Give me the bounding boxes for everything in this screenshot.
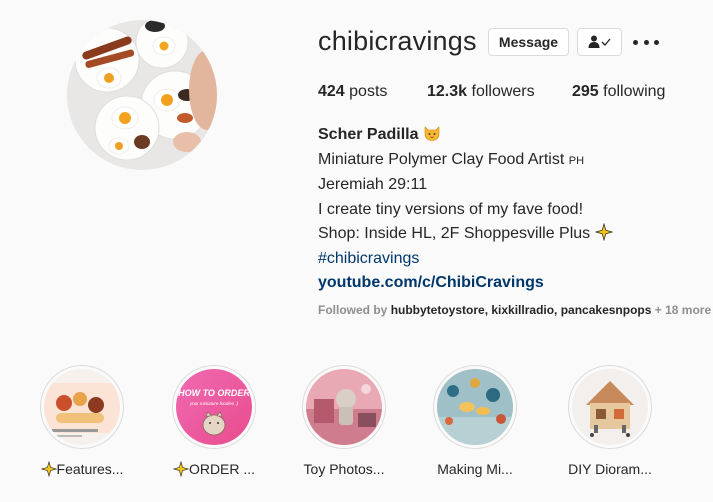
highlight-toy-photos-cover-image <box>306 369 382 445</box>
highlight-label-text: ORDER ... <box>188 461 256 477</box>
sparkles-emoji-icon <box>594 223 613 241</box>
highlight-order[interactable]: HOW TO ORDER your miniature foodies :) O… <box>159 365 269 477</box>
person-check-icon <box>588 35 610 48</box>
followed-by[interactable]: Followed by hubbytetoystore, kixkillradi… <box>318 303 711 317</box>
highlight-label: Making Mi... <box>437 461 513 477</box>
highlight-label: DIY Dioram... <box>568 461 652 477</box>
bio-line-3: I create tiny versions of my fave food! <box>318 200 584 218</box>
highlight-order-cover-image: HOW TO ORDER your miniature foodies :) <box>178 388 250 436</box>
highlight-label: Features... <box>27 461 137 477</box>
more-dot <box>654 39 659 45</box>
followed-by-more: + 18 more <box>654 303 712 317</box>
highlight-order-title: HOW TO ORDER <box>178 388 250 398</box>
highlight-cover <box>433 365 517 449</box>
followers-label: followers <box>471 83 535 100</box>
profile-username: chibicravings <box>318 26 477 56</box>
highlight-label: Toy Photos... <box>303 461 385 477</box>
highlight-cover <box>40 365 124 449</box>
bio-line-2: Jeremiah 29:11 <box>318 176 428 193</box>
highlight-making[interactable]: Making Mi... <box>420 365 530 477</box>
highlight-toy-photos[interactable]: Toy Photos... <box>289 365 399 477</box>
following-stat[interactable]: 295 following <box>572 83 665 101</box>
posts-count: 424 <box>318 83 345 100</box>
avatar-image <box>67 20 217 170</box>
following-button[interactable] <box>577 28 622 56</box>
followed-by-prefix: Followed by <box>318 303 388 317</box>
bio-line-4: Shop: Inside HL, 2F Shoppesville Plus <box>318 225 591 242</box>
bio-line-1: Miniature Polymer Clay Food Artist <box>318 150 565 168</box>
sparkles-emoji-icon <box>40 461 57 477</box>
followed-by-users: hubbytetoystore, kixkillradio, pancakesn… <box>390 303 652 317</box>
posts-stat: 424 posts <box>318 83 387 101</box>
highlight-cover <box>302 365 386 449</box>
highlight-cover <box>568 365 652 449</box>
highlight-cover: HOW TO ORDER your miniature foodies :) <box>172 365 256 449</box>
highlight-diy-diorama[interactable]: DIY Dioram... <box>555 365 665 477</box>
bio-website-link[interactable]: youtube.com/c/ChibiCravings <box>318 271 613 296</box>
highlight-features[interactable]: Features... <box>27 365 137 477</box>
following-label: following <box>603 83 666 100</box>
profile-bio: Scher Padilla Miniature Polymer Clay Foo… <box>318 123 613 296</box>
bio-line-1-suffix: PH <box>568 154 585 167</box>
cat-face-emoji-icon <box>424 126 440 141</box>
profile-avatar[interactable] <box>67 20 217 170</box>
message-button[interactable]: Message <box>488 28 569 56</box>
highlight-diy-diorama-cover-image <box>572 369 648 445</box>
sparkles-emoji-icon <box>172 461 189 477</box>
highlight-order-subtitle: your miniature foodies :) <box>189 401 239 406</box>
followers-stat[interactable]: 12.3k followers <box>427 83 535 101</box>
posts-label: posts <box>349 83 388 100</box>
bio-name: Scher Padilla <box>318 126 419 143</box>
followers-count: 12.3k <box>427 83 468 100</box>
following-count: 295 <box>572 83 599 100</box>
highlight-features-cover-image <box>44 369 120 445</box>
more-dot <box>633 39 638 45</box>
bio-hashtag-link[interactable]: #chibicravings <box>318 247 613 272</box>
more-dot <box>643 39 649 45</box>
highlight-label-text: Features... <box>56 461 124 477</box>
more-options-icon[interactable] <box>633 33 659 51</box>
highlight-label: ORDER ... <box>159 461 269 477</box>
highlight-making-cover-image <box>437 369 513 445</box>
